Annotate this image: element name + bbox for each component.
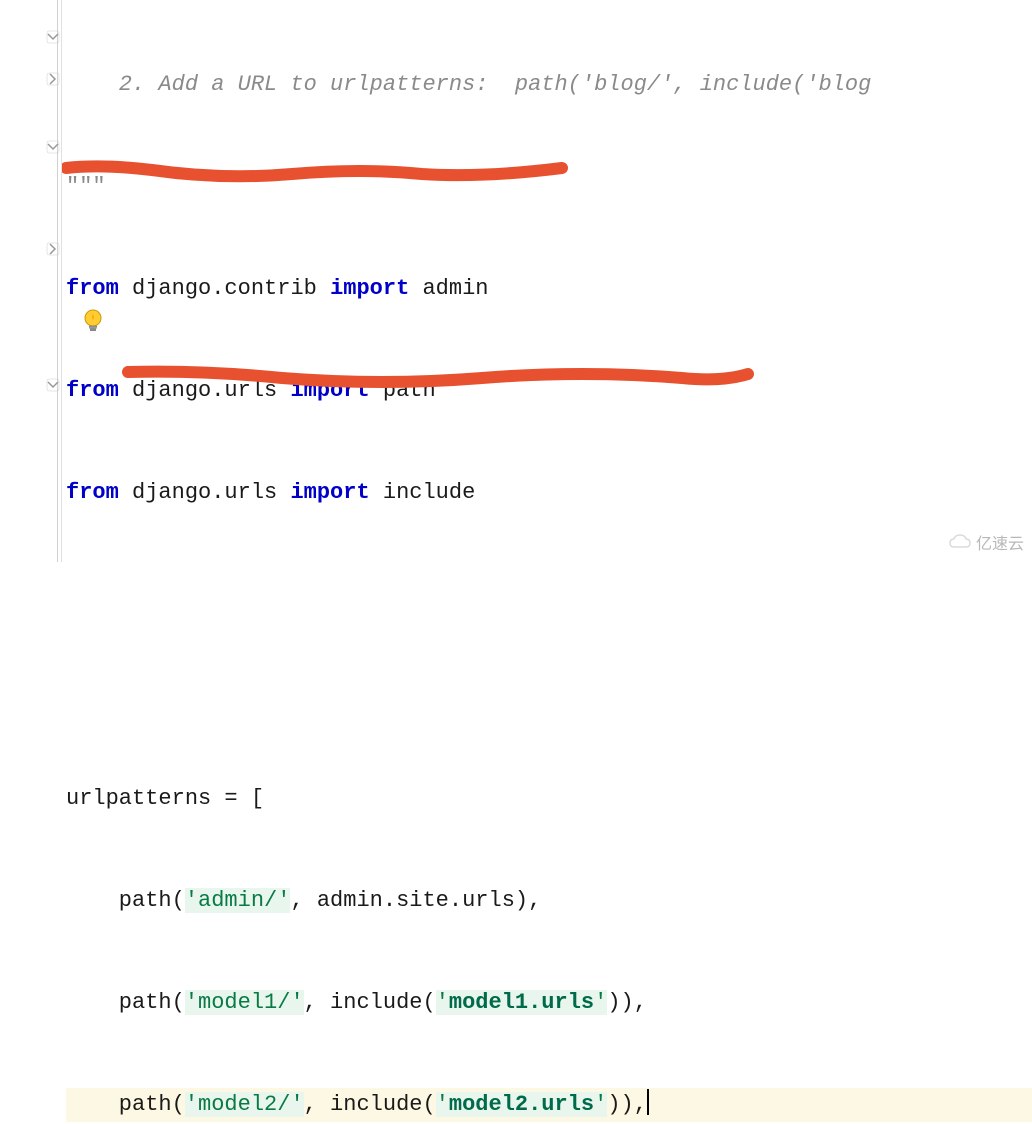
code-editor[interactable]: 2. Add a URL to urlpatterns: path('blog/… xyxy=(66,0,1032,1124)
watermark: 亿速云 xyxy=(948,530,1024,554)
code-line: from django.urls import include xyxy=(66,476,1032,510)
watermark-text: 亿速云 xyxy=(976,530,1024,554)
code-line-active: path('model2/', include('model2.urls')), xyxy=(66,1088,1032,1122)
code-line: from django.contrib import admin xyxy=(66,272,1032,306)
fold-icon-collapse[interactable] xyxy=(46,30,60,44)
code-line: 2. Add a URL to urlpatterns: path('blog/… xyxy=(66,68,1032,102)
code-line: path('model1/', include('model1.urls')), xyxy=(66,986,1032,1020)
code-line: urlpatterns = [ xyxy=(66,782,1032,816)
fold-icon-expand[interactable] xyxy=(46,72,60,86)
fold-icon-expand[interactable] xyxy=(46,242,60,256)
editor-gutter xyxy=(0,0,62,562)
fold-icon-collapse[interactable] xyxy=(46,140,60,154)
text-cursor xyxy=(647,1089,649,1115)
code-line: """ xyxy=(66,170,1032,204)
fold-icon-collapse[interactable] xyxy=(46,378,60,392)
code-line-blank xyxy=(66,680,1032,714)
code-line: path('admin/', admin.site.urls), xyxy=(66,884,1032,918)
code-line-blank xyxy=(66,578,1032,612)
comment-text: 2. Add a URL to urlpatterns: path('blog/… xyxy=(66,72,871,97)
docstring-end: """ xyxy=(66,174,106,199)
cloud-icon xyxy=(948,533,972,551)
code-line: from django.urls import path xyxy=(66,374,1032,408)
